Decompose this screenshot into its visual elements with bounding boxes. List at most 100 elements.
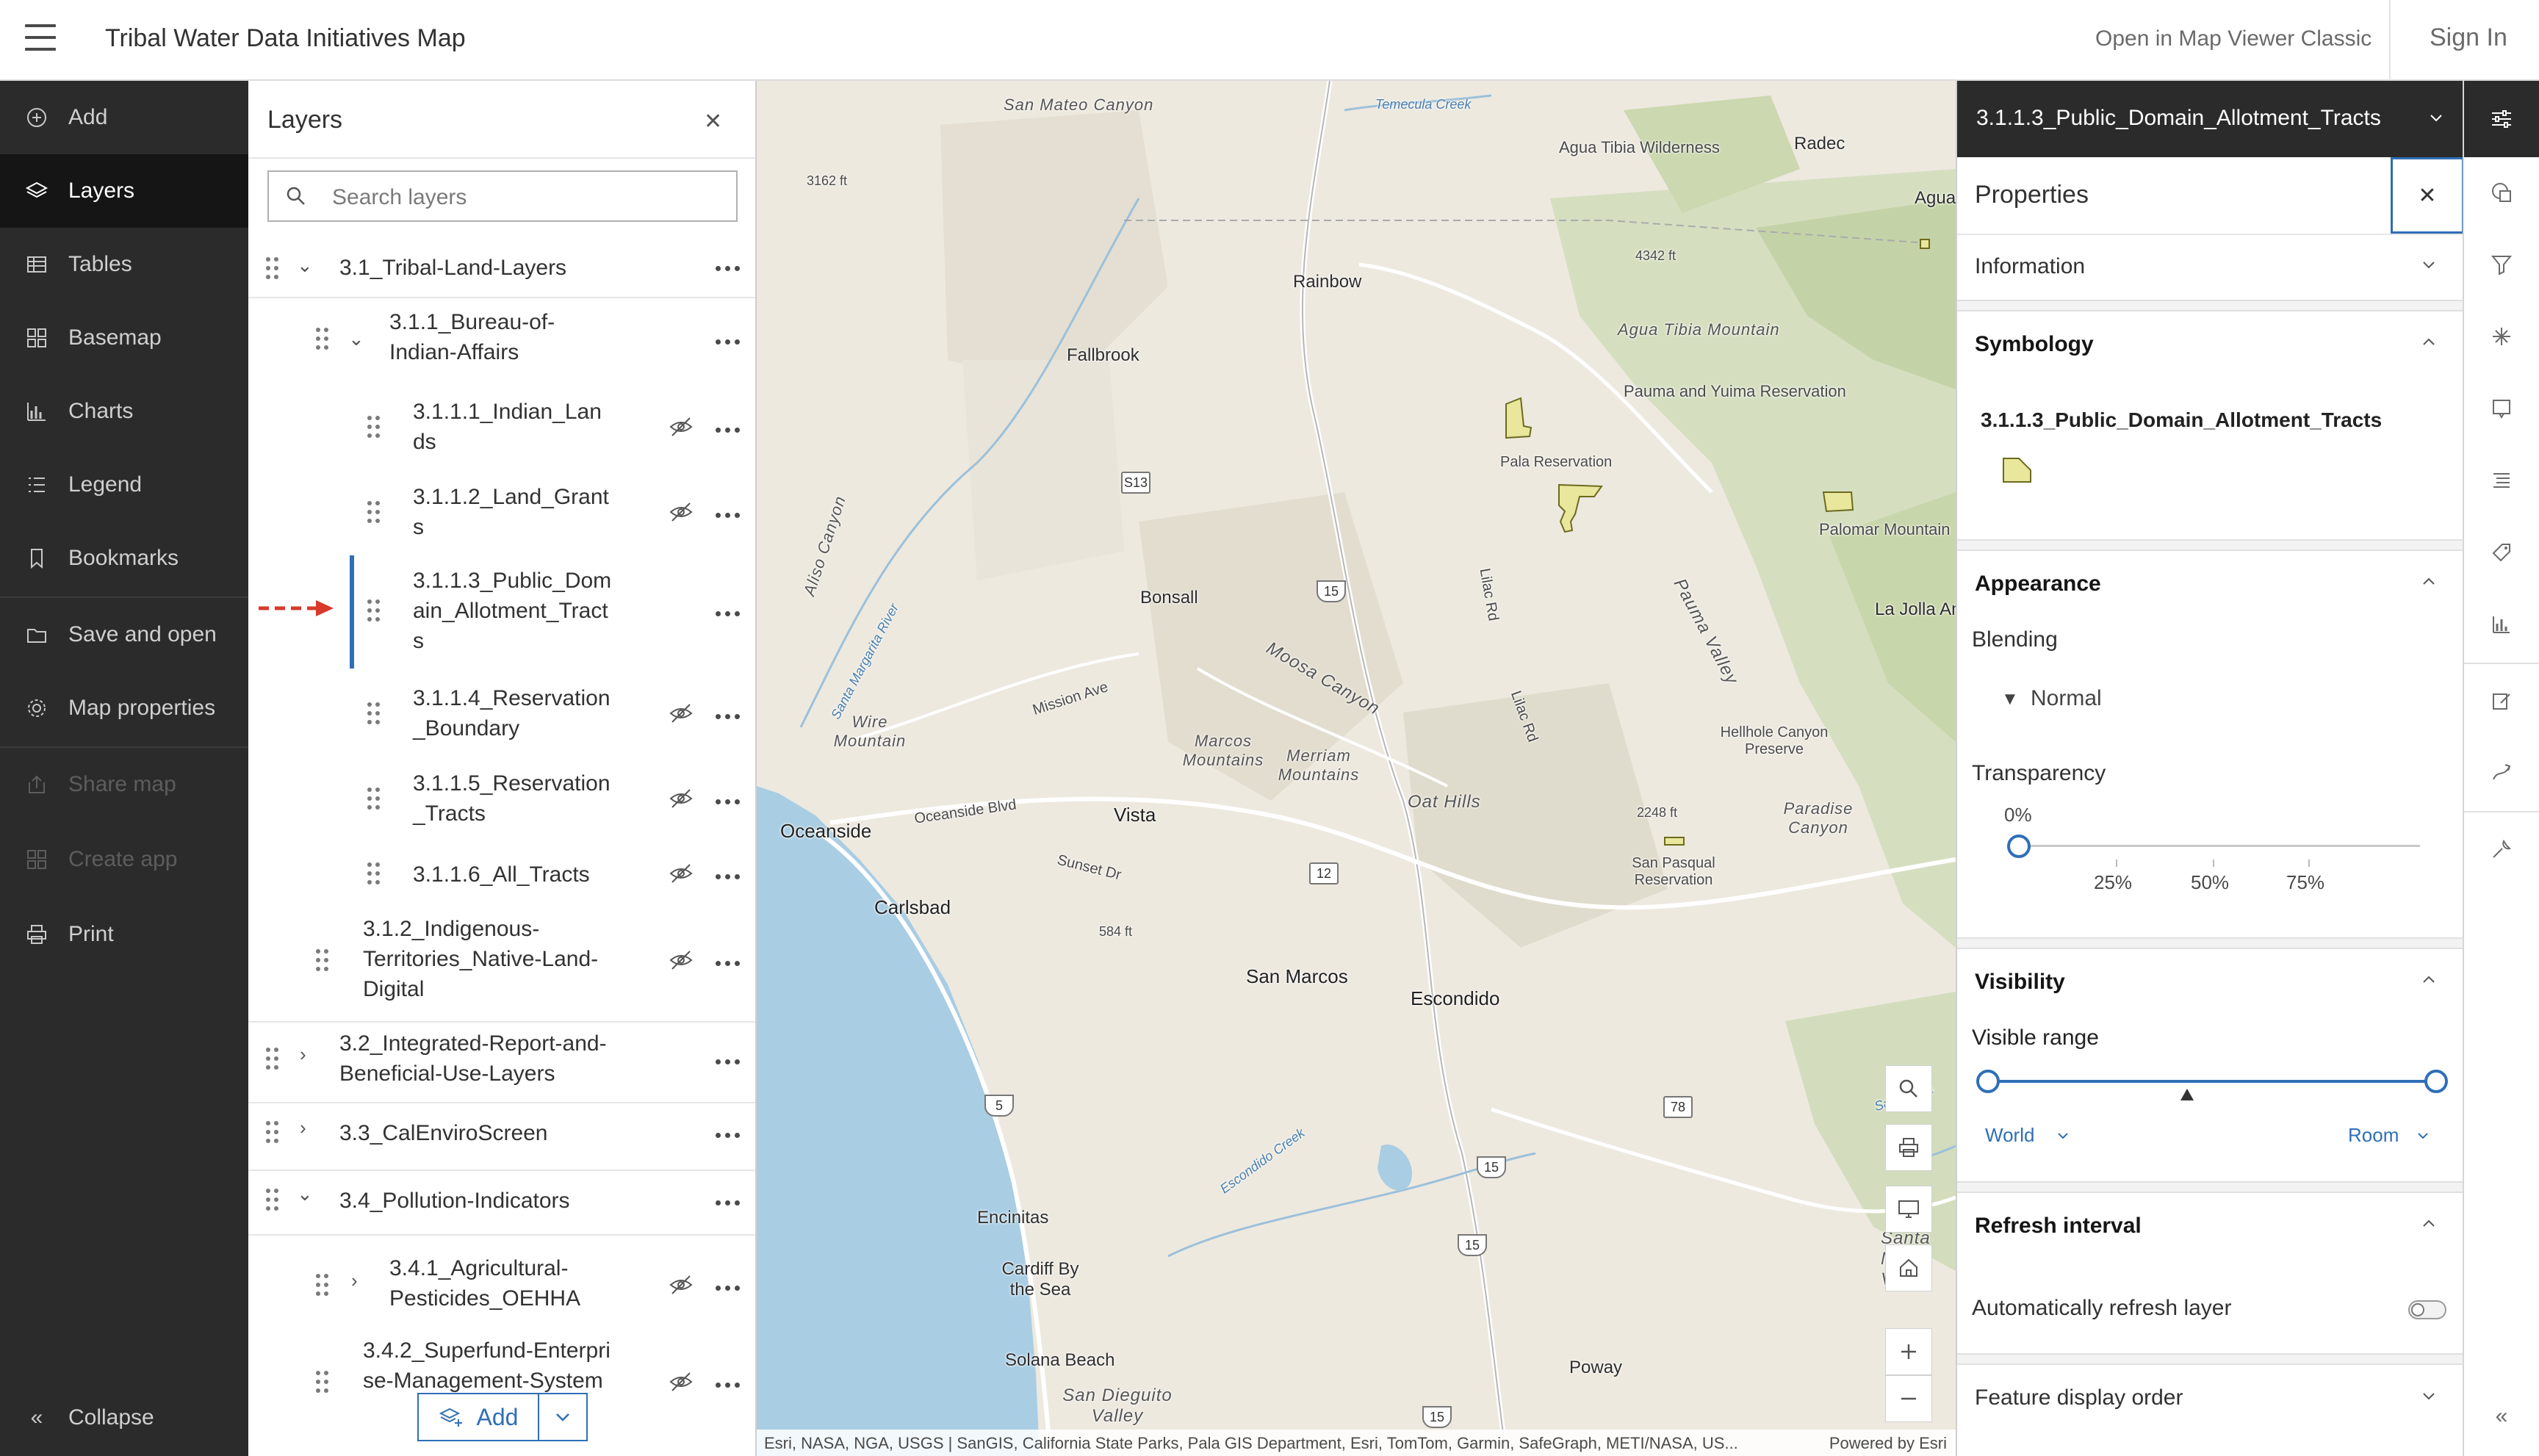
visibility-off-icon[interactable] — [669, 862, 694, 884]
map-fullscreen-button[interactable] — [1885, 1186, 1932, 1233]
popups-tool-button[interactable] — [2464, 373, 2539, 444]
layer-row[interactable]: ⌄ 3.1.1_Bureau-of-Indian-Affairs — [248, 298, 755, 381]
chevron-down-icon[interactable]: ⌄ — [297, 254, 313, 277]
chevron-down-icon[interactable]: ⌄ — [297, 1183, 313, 1205]
drag-handle-icon[interactable] — [266, 1048, 279, 1073]
more-options-icon[interactable] — [716, 266, 741, 273]
more-options-icon[interactable] — [716, 428, 741, 435]
symbology-layer-name[interactable]: 3.1.1.3_Public_Domain_Allotment_Tracts — [1981, 408, 2382, 432]
nav-legend[interactable]: Legend — [0, 448, 248, 522]
drag-handle-icon[interactable] — [316, 1274, 329, 1299]
layer-row[interactable]: ⌄ 3.1_Tribal-Land-Layers — [248, 235, 755, 303]
transparency-slider-track[interactable] — [2020, 845, 2420, 847]
zoom-out-button[interactable] — [1885, 1375, 1932, 1422]
layer-row[interactable]: ⌄ 3.4_Pollution-Indicators — [248, 1171, 755, 1233]
more-options-icon[interactable] — [716, 611, 741, 619]
range-max-dropdown[interactable]: Room — [2348, 1120, 2451, 1149]
drag-handle-icon[interactable] — [367, 788, 381, 812]
nav-tables[interactable]: Tables — [0, 228, 248, 301]
collapse-button[interactable]: « Collapse — [0, 1381, 248, 1455]
effects-tool-button[interactable] — [2464, 301, 2539, 372]
drag-handle-icon[interactable] — [316, 328, 329, 353]
visible-range-max-handle[interactable] — [2424, 1070, 2448, 1093]
map-print-button[interactable] — [1885, 1124, 1932, 1171]
layer-row[interactable]: 3.1.2_Indigenous-Territories_Native-Land… — [248, 908, 755, 1015]
layer-row[interactable]: 3.1.1.5_Reservation_Tracts — [248, 758, 755, 840]
drag-handle-icon[interactable] — [367, 501, 381, 526]
drag-handle-icon[interactable] — [266, 1189, 279, 1214]
fields-tool-button[interactable] — [2464, 445, 2539, 516]
more-options-icon[interactable] — [716, 1059, 741, 1067]
drag-handle-icon[interactable] — [367, 702, 381, 727]
close-icon[interactable]: ✕ — [704, 109, 722, 134]
section-symbology[interactable]: Symbology — [1957, 311, 2463, 378]
layer-row[interactable]: 3.1.1.4_Reservation_Boundary — [248, 673, 755, 755]
chevron-down-icon[interactable]: ⌄ — [348, 328, 364, 350]
selected-layer-dropdown[interactable]: 3.1.1.3_Public_Domain_Allotment_Tracts — [1957, 81, 2463, 157]
nav-print[interactable]: Print — [0, 898, 248, 971]
range-min-dropdown[interactable]: World — [1985, 1120, 2088, 1149]
add-layer-button[interactable]: Add — [419, 1394, 539, 1440]
auto-refresh-toggle[interactable] — [2408, 1300, 2446, 1319]
visibility-off-icon[interactable] — [669, 788, 694, 810]
drag-handle-icon[interactable] — [266, 257, 279, 282]
polygon-symbol-swatch[interactable] — [2001, 455, 2034, 485]
drag-handle-icon[interactable] — [367, 599, 381, 624]
chevron-right-icon[interactable]: › — [300, 1043, 306, 1066]
styles-tool-button[interactable] — [2464, 157, 2539, 228]
charts-tool-button[interactable] — [2464, 589, 2539, 660]
drag-handle-icon[interactable] — [266, 1121, 279, 1146]
map-home-button[interactable] — [1885, 1244, 1932, 1291]
visibility-off-icon[interactable] — [669, 1371, 694, 1393]
section-information[interactable]: Information — [1957, 234, 2463, 300]
map-search-button[interactable] — [1885, 1065, 1932, 1112]
chevron-right-icon[interactable]: › — [351, 1269, 358, 1292]
layer-row[interactable]: › 3.2_Integrated-Report-and-Beneficial-U… — [248, 1023, 755, 1096]
transparency-slider-handle[interactable] — [2007, 835, 2031, 858]
more-options-icon[interactable] — [716, 1383, 741, 1390]
visibility-off-icon[interactable] — [669, 949, 694, 971]
section-feature-display-order[interactable]: Feature display order — [1957, 1365, 2463, 1431]
visibility-off-icon[interactable] — [669, 702, 694, 724]
more-options-icon[interactable] — [716, 874, 741, 882]
more-options-icon[interactable] — [716, 1200, 741, 1208]
more-options-icon[interactable] — [716, 961, 741, 968]
more-options-icon[interactable] — [716, 1133, 741, 1140]
more-options-icon[interactable] — [716, 1286, 741, 1293]
visibility-off-icon[interactable] — [669, 1274, 694, 1296]
nav-save-and-open[interactable]: Save and open — [0, 598, 248, 671]
sign-in-button[interactable]: Sign In — [2430, 24, 2507, 52]
collapse-rail-button[interactable]: « — [2464, 1381, 2539, 1452]
more-options-icon[interactable] — [716, 714, 741, 721]
nav-add[interactable]: Add — [0, 81, 248, 154]
open-map-viewer-classic-link[interactable]: Open in Map Viewer Classic — [2095, 26, 2371, 51]
add-layer-split-button[interactable]: Add — [417, 1393, 588, 1441]
section-visibility[interactable]: Visibility — [1957, 949, 2463, 1015]
search-layers-input[interactable]: Search layers — [267, 170, 738, 222]
layer-row[interactable]: 3.1.1.1_Indian_Lands — [248, 386, 755, 469]
drag-handle-icon[interactable] — [316, 949, 329, 974]
more-options-icon[interactable] — [716, 339, 741, 347]
section-appearance[interactable]: Appearance — [1957, 551, 2463, 617]
layer-row[interactable]: › 3.4.1_Agricultural-Pesticides_OEHHA — [248, 1244, 755, 1325]
nav-map-properties[interactable]: Map properties — [0, 671, 248, 745]
more-options-icon[interactable] — [716, 799, 741, 807]
properties-tool-button[interactable] — [2464, 81, 2539, 157]
section-refresh-interval[interactable]: Refresh interval — [1957, 1193, 2463, 1259]
visible-range-slider-track[interactable] — [1991, 1080, 2427, 1083]
layer-row[interactable]: 3.1.1.6_All_Tracts — [248, 845, 755, 905]
chevron-right-icon[interactable]: › — [300, 1117, 306, 1139]
filter-tool-button[interactable] — [2464, 229, 2539, 300]
edit-tool-button[interactable] — [2464, 666, 2539, 736]
hamburger-menu-icon[interactable] — [25, 24, 56, 54]
labels-tool-button[interactable] — [2464, 517, 2539, 588]
layer-row[interactable]: 3.1.1.2_Land_Grants — [248, 472, 755, 554]
drag-handle-icon[interactable] — [367, 862, 381, 887]
add-dropdown-chevron-icon[interactable] — [539, 1394, 586, 1440]
visibility-off-icon[interactable] — [669, 501, 694, 523]
visibility-off-icon[interactable] — [669, 416, 694, 438]
powered-by-esri-link[interactable]: Powered by Esri — [1829, 1434, 1947, 1453]
close-properties-button[interactable]: ✕ — [2391, 157, 2463, 234]
nav-layers[interactable]: Layers — [0, 154, 248, 228]
nav-charts[interactable]: Charts — [0, 375, 248, 448]
